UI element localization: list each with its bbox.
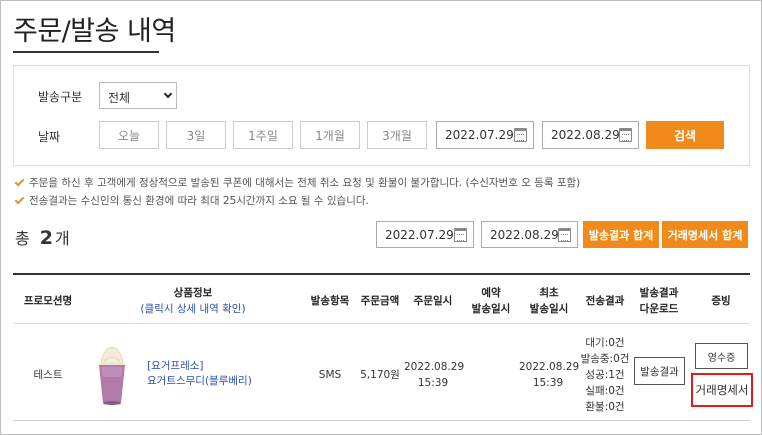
send-type-label: 발송구분 bbox=[38, 90, 83, 104]
col-header-first-line1: 최초 bbox=[539, 287, 559, 299]
notice-text: 주문을 하신 후 고객에게 정상적으로 발송된 쿠폰에 대해서는 전체 취소 요… bbox=[29, 177, 581, 189]
col-header-order-date: 주문일시 bbox=[413, 295, 453, 307]
notice-text: 전송결과는 수신인의 통신 환경에 따라 최대 25시간까지 소요 될 수 있습… bbox=[29, 195, 369, 207]
col-header-download-line2: 다운로드 bbox=[639, 303, 679, 315]
receipt-button[interactable]: 영수증 bbox=[695, 343, 748, 369]
row-send-item: SMS bbox=[318, 369, 342, 381]
col-header-download: 발송결과 다운로드 bbox=[631, 285, 687, 317]
calendar-icon[interactable] bbox=[514, 128, 527, 142]
chevron-down-icon bbox=[163, 89, 173, 99]
date-from-input[interactable]: 2022.07.29 bbox=[436, 121, 534, 149]
date-to-value: 2022.08.29 bbox=[551, 128, 620, 142]
date-label: 날짜 bbox=[38, 130, 61, 144]
row-first-send-date: 2022.08.29 15:39 bbox=[519, 359, 580, 391]
summary-date-from-input[interactable]: 2022.07.29 bbox=[376, 221, 474, 248]
page-title: 주문/발송 내역 bbox=[13, 16, 176, 47]
check-icon bbox=[14, 194, 25, 204]
row-amount: 5,170원 bbox=[360, 369, 400, 381]
product-image[interactable] bbox=[91, 343, 133, 407]
product-name: 요거트스무디(블루베리) bbox=[147, 375, 252, 387]
col-header-result: 전송결과 bbox=[585, 295, 625, 307]
result-pending: 대기:0건 bbox=[585, 337, 625, 349]
summary-date-to-input[interactable]: 2022.08.29 bbox=[481, 221, 578, 248]
date-from-value: 2022.07.29 bbox=[445, 128, 514, 142]
row-promo: 테스트 bbox=[33, 369, 63, 381]
check-icon bbox=[14, 176, 25, 186]
period-3months-button[interactable]: 3개월 bbox=[367, 121, 427, 149]
col-header-product-sub: (클릭시 상세 내역 확인) bbox=[140, 303, 246, 315]
period-1week-button[interactable]: 1주일 bbox=[233, 121, 293, 149]
col-header-reserve-line2: 발송일시 bbox=[471, 303, 511, 315]
result-sending: 발송중:0건 bbox=[580, 353, 630, 365]
send-type-value: 전체 bbox=[108, 91, 131, 105]
summary-date-from-value: 2022.07.29 bbox=[385, 227, 454, 242]
title-underline bbox=[13, 51, 159, 53]
send-result-total-button[interactable]: 발송결과 합계 bbox=[583, 221, 659, 248]
row-result: 대기:0건 발송중:0건 성공:1건 실패:0건 환불:0건 bbox=[577, 335, 633, 415]
invoice-button[interactable]: 거래명세서 bbox=[693, 382, 751, 398]
invoice-total-button[interactable]: 거래명세서 합계 bbox=[662, 221, 748, 248]
result-refund: 환불:0건 bbox=[585, 401, 625, 413]
col-header-promo: 프로모션명 bbox=[23, 295, 73, 307]
summary-date-to-value: 2022.08.29 bbox=[490, 227, 559, 242]
calendar-icon[interactable] bbox=[558, 228, 571, 242]
col-header-first-line2: 발송일시 bbox=[529, 303, 569, 315]
col-header-send-item: 발송항목 bbox=[310, 295, 350, 307]
product-brand: [요거프레소] bbox=[147, 360, 204, 372]
period-3days-button[interactable]: 3일 bbox=[166, 121, 226, 149]
table-bottom-border bbox=[13, 420, 750, 421]
total-count: 총2개 bbox=[15, 225, 70, 249]
col-header-first-send-date: 최초 발송일시 bbox=[518, 285, 580, 317]
calendar-icon[interactable] bbox=[619, 128, 632, 142]
col-header-product-label: 상품정보 bbox=[173, 287, 213, 299]
total-number: 2 bbox=[39, 227, 53, 249]
result-failed: 실패:0건 bbox=[585, 385, 625, 397]
col-header-download-line1: 발송결과 bbox=[639, 287, 679, 299]
table-header-divider bbox=[13, 323, 750, 324]
period-today-button[interactable]: 오늘 bbox=[99, 121, 159, 149]
row-first-time-value: 15:39 bbox=[532, 377, 564, 389]
search-button[interactable]: 검색 bbox=[646, 121, 724, 149]
notice-item: 전송결과는 수신인의 통신 환경에 따라 최대 25시간까지 소요 될 수 있습… bbox=[14, 193, 369, 208]
period-1month-button[interactable]: 1개월 bbox=[300, 121, 360, 149]
row-order-time-value: 15:39 bbox=[417, 377, 449, 389]
total-suffix: 개 bbox=[54, 229, 70, 248]
notice-item: 주문을 하신 후 고객에게 정상적으로 발송된 쿠폰에 대해서는 전체 취소 요… bbox=[14, 175, 581, 190]
search-filter-panel: 발송구분 전체 날짜 오늘 3일 1주일 1개월 3개월 2022.07.29 … bbox=[13, 65, 750, 166]
col-header-amount: 주문금액 bbox=[360, 295, 400, 307]
total-prefix: 총 bbox=[15, 229, 30, 248]
col-header-reserve-date: 예약 발송일시 bbox=[460, 285, 522, 317]
col-header-product: 상품정보 (클릭시 상세 내역 확인) bbox=[101, 285, 285, 317]
table-top-border bbox=[13, 273, 750, 275]
date-to-input[interactable]: 2022.08.29 bbox=[542, 121, 639, 149]
col-header-proof: 증빙 bbox=[711, 295, 731, 307]
send-result-download-button[interactable]: 발송결과 bbox=[634, 357, 685, 385]
send-type-select[interactable]: 전체 bbox=[99, 82, 177, 109]
row-first-date-value: 2022.08.29 bbox=[519, 361, 580, 373]
row-order-date-value: 2022.08.29 bbox=[404, 361, 465, 373]
product-link[interactable]: [요거프레소] 요거트스무디(블루베리) bbox=[147, 359, 252, 389]
row-order-date: 2022.08.29 15:39 bbox=[404, 359, 465, 391]
calendar-icon[interactable] bbox=[454, 228, 467, 242]
result-success: 성공:1건 bbox=[585, 369, 625, 381]
col-header-reserve-line1: 예약 bbox=[481, 287, 501, 299]
